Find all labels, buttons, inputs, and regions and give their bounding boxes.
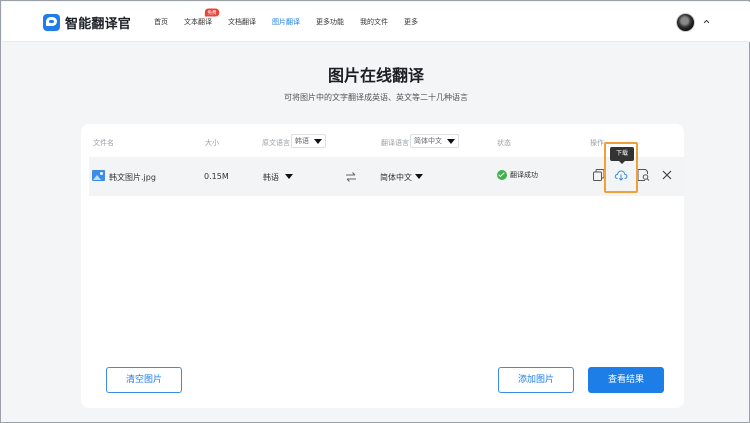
nav-more[interactable]: 更多 [404,17,418,27]
source-lang-filter[interactable]: 韩语 [291,134,326,148]
app-frame: 智能翻译官 首页 文本翻译 免费 文档翻译 图片翻译 更多功能 我的文件 更多 … [0,0,750,423]
target-lang-dropdown-icon[interactable] [415,174,423,179]
file-size: 0.15M [204,172,229,181]
page-title: 图片在线翻译 [327,66,424,85]
header-filename: 文件名 [93,139,114,147]
free-badge: 免费 [204,8,220,17]
app-logo-icon [43,14,60,31]
swap-icon[interactable] [345,171,357,183]
image-file-icon [92,170,105,181]
check-circle-icon [497,170,507,180]
nav-more-features[interactable]: 更多功能 [316,17,344,27]
nav-text-translate-label: 文本翻译 [184,18,212,26]
nav-document-translate[interactable]: 文档翻译 [228,17,256,27]
status-text: 翻译成功 [510,171,538,179]
file-name: 韩文图片.jpg [109,173,156,182]
download-tooltip: 下载 [610,147,634,164]
nav-home[interactable]: 首页 [154,17,168,27]
dropdown-arrow-icon [447,138,455,144]
preview-search-icon[interactable] [636,168,650,182]
file-list-card: 文件名 大小 原文语言 韩语 翻译语言 简体中文 状态 操作 韩文图片.jpg … [81,124,684,408]
logo[interactable]: 智能翻译官 [43,13,131,32]
nav-image-translate[interactable]: 图片翻译 [272,17,300,27]
clear-images-button[interactable]: 清空图片 [106,367,182,393]
add-image-button[interactable]: 添加图片 [498,367,574,393]
app-name: 智能翻译官 [65,17,132,32]
source-lang-filter-value: 韩语 [295,137,309,145]
header-target-lang: 翻译语言 [381,139,409,147]
header-status: 状态 [497,139,511,147]
status-badge: 翻译成功 [497,170,538,180]
target-lang-select[interactable]: 简体中文 [380,172,412,183]
dropdown-arrow-icon [314,138,322,144]
target-lang-filter[interactable]: 简体中文 [410,134,459,148]
source-lang-select[interactable]: 韩语 [263,172,279,183]
avatar[interactable] [676,13,695,32]
main-nav: 首页 文本翻译 免费 文档翻译 图片翻译 更多功能 我的文件 更多 [154,8,434,27]
header-size: 大小 [205,139,219,147]
top-nav-bar: 智能翻译官 首页 文本翻译 免费 文档翻译 图片翻译 更多功能 我的文件 更多 [2,2,750,42]
close-icon[interactable] [660,168,674,182]
header-source-lang: 原文语言 [262,139,290,147]
nav-text-translate[interactable]: 文本翻译 免费 [184,8,220,27]
view-results-button[interactable]: 查看结果 [588,367,664,393]
table-row: 韩文图片.jpg 0.15M 韩语 简体中文 翻译成功 [89,157,684,196]
nav-my-files[interactable]: 我的文件 [360,17,388,27]
page-subtitle: 可将图片中的文字翻译成英语、英文等二十几种语言 [284,93,468,102]
chevron-up-icon[interactable] [703,18,710,25]
header-actions: 操作 [590,139,604,147]
target-lang-filter-value: 简体中文 [414,137,442,145]
source-lang-dropdown-icon[interactable] [285,174,293,179]
table-header: 文件名 大小 原文语言 韩语 翻译语言 简体中文 状态 操作 [81,132,684,152]
